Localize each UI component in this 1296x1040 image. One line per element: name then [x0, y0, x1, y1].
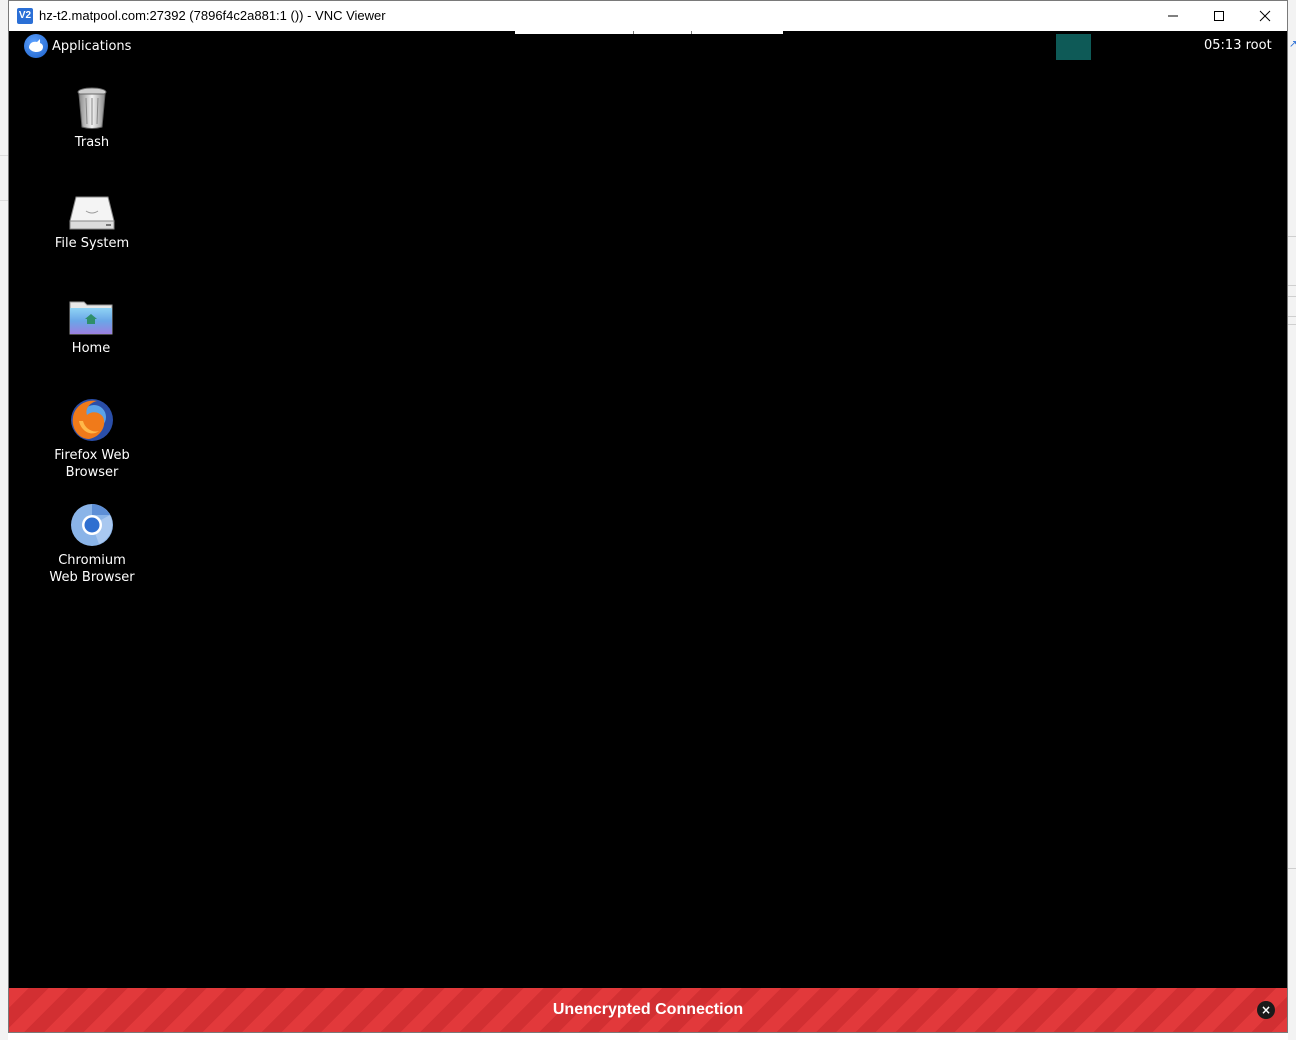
background-left-strip [0, 0, 8, 1040]
applications-label: Applications [52, 38, 132, 54]
desktop-icon-label: Trash [74, 135, 110, 150]
desktop-icon-home[interactable]: Home [36, 298, 146, 357]
desktop-icon-firefox[interactable]: Firefox Web Browser [37, 397, 147, 481]
xfce-logo-icon [24, 34, 48, 58]
trash-icon [77, 87, 107, 129]
desktop-icon-file-system[interactable]: File System [37, 195, 147, 252]
panel-clock[interactable]: 05:13 root [1204, 38, 1272, 53]
banner-close-button[interactable]: × [1257, 1001, 1275, 1019]
workspace-switcher[interactable] [1056, 34, 1091, 60]
window-title: hz-t2.matpool.com:27392 (7896f4c2a881:1 … [39, 8, 386, 23]
desktop-icon-label: Firefox Web [54, 448, 130, 463]
background-right-strip: ↗ [1288, 0, 1296, 1040]
desktop-icon-label: Browser [65, 465, 119, 480]
panel-user: root [1245, 38, 1272, 53]
applications-menu[interactable]: Applications [24, 34, 131, 58]
vnc-viewer-window: V2 hz-t2.matpool.com:27392 (7896f4c2a881… [8, 0, 1288, 1033]
unencrypted-connection-banner: Unencrypted Connection × [9, 988, 1287, 1032]
desktop-panel: Applications 05:13 root [9, 31, 1287, 61]
screen: ↗ V2 hz-t2.matpool.com:27392 (7896f4c2a8… [0, 0, 1296, 1040]
close-button[interactable] [1242, 1, 1288, 31]
desktop-icon-trash[interactable]: Trash [37, 86, 147, 151]
maximize-icon [1214, 11, 1224, 21]
clock-time: 05:13 [1204, 38, 1242, 53]
banner-message: Unencrypted Connection [552, 1001, 744, 1018]
chromium-icon [71, 504, 113, 546]
desktop-icon-label: Chromium [58, 553, 126, 568]
desktop-icon-label: Web Browser [49, 570, 135, 585]
remote-desktop[interactable]: Applications 05:13 root Trash File Syste… [9, 31, 1287, 988]
background-accent-mark: ↗ [1289, 39, 1296, 50]
panel-window-strip [515, 31, 783, 34]
firefox-icon [71, 399, 113, 441]
desktop-icon-label: Home [71, 341, 111, 356]
desktop-icon-label: File System [54, 236, 130, 251]
maximize-button[interactable] [1196, 1, 1242, 31]
title-bar[interactable]: V2 hz-t2.matpool.com:27392 (7896f4c2a881… [9, 1, 1287, 31]
vnc-app-icon: V2 [17, 8, 33, 24]
close-icon [1259, 10, 1271, 22]
drive-icon [69, 196, 115, 230]
desktop-icon-chromium[interactable]: Chromium Web Browser [37, 502, 147, 586]
minimize-icon [1168, 15, 1178, 17]
minimize-button[interactable] [1150, 1, 1196, 31]
home-folder-icon [69, 301, 113, 335]
